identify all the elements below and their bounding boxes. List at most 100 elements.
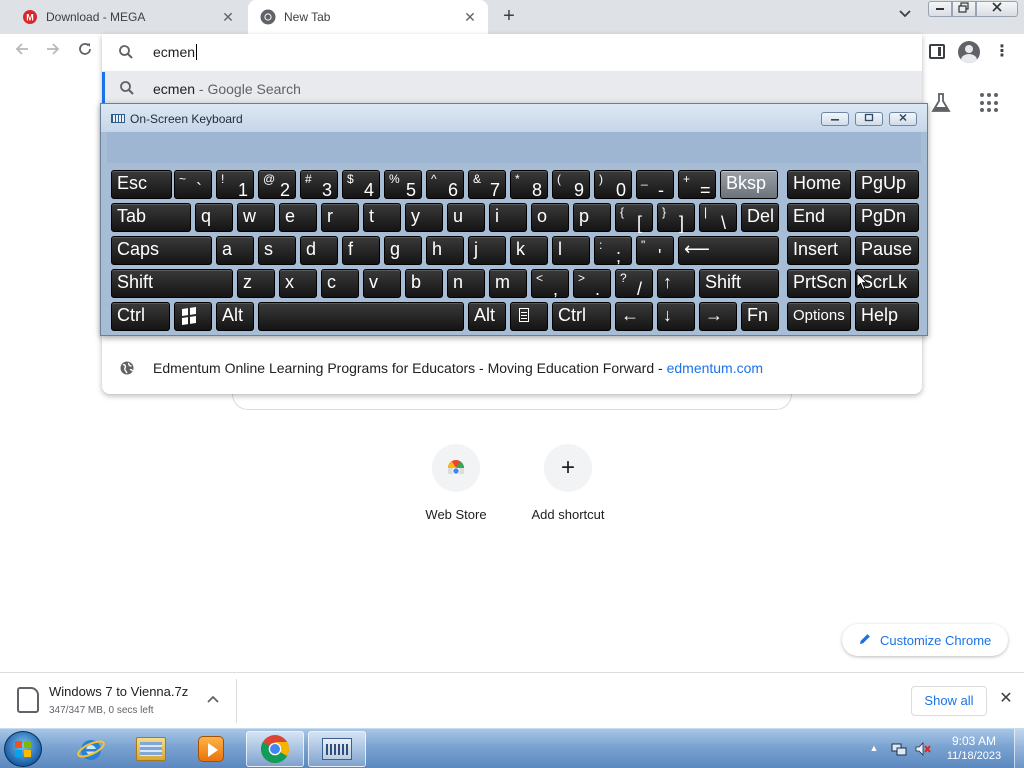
tray-expand-arrow-icon[interactable]: ▲ xyxy=(869,743,879,753)
new-tab-button[interactable]: + xyxy=(498,6,520,28)
osk-key-v[interactable]: v xyxy=(363,269,401,298)
osk-key-fn[interactable]: Fn xyxy=(741,302,779,331)
tab-mega[interactable]: M Download - MEGA ✕ xyxy=(0,0,246,34)
osk-key-help[interactable]: Help xyxy=(855,302,919,331)
osk-key-8[interactable]: * 8 xyxy=(510,170,548,200)
osk-key-pgdn[interactable]: PgDn xyxy=(855,203,919,232)
osk-key-k[interactable]: k xyxy=(510,236,548,265)
osk-key-options[interactable]: Options xyxy=(787,302,851,331)
osk-key-symbol2-11[interactable]: " ' xyxy=(636,236,674,266)
window-restore-button[interactable] xyxy=(952,1,976,17)
volume-muted-icon[interactable] xyxy=(914,741,932,757)
suggestion-google-search[interactable]: ecmen - Google Search xyxy=(102,72,922,104)
osk-key-symbol3-10[interactable]: ? / xyxy=(615,269,653,299)
osk-key-t[interactable]: t xyxy=(363,203,401,232)
osk-key-symbol2-12[interactable]: ⟵ xyxy=(678,236,779,265)
osk-key-menukeyicon[interactable] xyxy=(510,302,548,331)
window-minimize-button[interactable] xyxy=(928,1,952,17)
osk-key-del[interactable]: Del xyxy=(741,203,779,232)
osk-key-symbol4-8[interactable]: ↓ xyxy=(657,302,695,331)
taskbar-media-player[interactable] xyxy=(182,731,240,767)
shortcut-add[interactable]: + Add shortcut xyxy=(512,444,624,534)
osk-key-f[interactable]: f xyxy=(342,236,380,265)
tab-new-tab[interactable]: New Tab ✕ xyxy=(248,0,488,34)
osk-titlebar[interactable]: On-Screen Keyboard xyxy=(101,104,927,132)
osk-key-1[interactable]: ! 1 xyxy=(216,170,254,200)
osk-key-j[interactable]: j xyxy=(468,236,506,265)
osk-minimize-button[interactable] xyxy=(821,112,849,126)
close-downloads-icon[interactable]: ✕ xyxy=(997,690,1015,708)
chevron-up-icon[interactable] xyxy=(206,692,220,706)
osk-key-alt[interactable]: Alt xyxy=(216,302,254,331)
osk-key-pgup[interactable]: PgUp xyxy=(855,170,919,199)
osk-key-windowslogoicon[interactable] xyxy=(174,302,212,331)
osk-key-d[interactable]: d xyxy=(300,236,338,265)
osk-key-shift[interactable]: Shift xyxy=(111,269,233,298)
osk-key-symbol4-7[interactable]: ← xyxy=(615,302,653,331)
osk-key-0[interactable]: ) 0 xyxy=(594,170,632,200)
osk-key-insert[interactable]: Insert xyxy=(787,236,851,265)
taskbar-on-screen-keyboard[interactable] xyxy=(308,731,366,767)
osk-key-7[interactable]: & 7 xyxy=(468,170,506,200)
tab-search-chevron-icon[interactable] xyxy=(896,8,914,26)
osk-key-caps[interactable]: Caps xyxy=(111,236,212,265)
osk-maximize-button[interactable] xyxy=(855,112,883,126)
osk-key-ctrl[interactable]: Ctrl xyxy=(552,302,611,331)
reload-icon[interactable] xyxy=(74,41,96,63)
osk-key-esc[interactable]: Esc xyxy=(111,170,172,199)
customize-chrome-button[interactable]: Customize Chrome xyxy=(842,624,1008,656)
osk-key-ctrl[interactable]: Ctrl xyxy=(111,302,170,331)
osk-key-w[interactable]: w xyxy=(237,203,275,232)
clock-time[interactable]: 9:03 AM xyxy=(944,734,1004,748)
osk-key-l[interactable]: l xyxy=(552,236,590,265)
osk-key-symbol4-9[interactable]: → xyxy=(699,302,737,331)
download-file-name[interactable]: Windows 7 to Vienna.7z xyxy=(49,684,188,699)
osk-key-6[interactable]: ^ 6 xyxy=(426,170,464,200)
osk-key-z[interactable]: z xyxy=(237,269,275,298)
osk-key-bksp[interactable]: Bksp xyxy=(720,170,778,199)
show-desktop-button[interactable] xyxy=(1014,729,1024,768)
osk-key-p[interactable]: p xyxy=(573,203,611,232)
kebab-menu-icon[interactable]: ⋮ xyxy=(993,42,1011,62)
osk-key-tab[interactable]: Tab xyxy=(111,203,191,232)
osk-key-h[interactable]: h xyxy=(426,236,464,265)
osk-key-y[interactable]: y xyxy=(405,203,443,232)
omnibox-input[interactable]: ecmen xyxy=(153,44,197,62)
suggestion-edmentum[interactable]: Edmentum Online Learning Programs for Ed… xyxy=(102,352,922,384)
osk-key-m[interactable]: m xyxy=(489,269,527,298)
osk-key-r[interactable]: r xyxy=(321,203,359,232)
osk-key-g[interactable]: g xyxy=(384,236,422,265)
taskbar-chrome[interactable] xyxy=(246,731,304,767)
osk-key-symbol1-11[interactable]: {[ xyxy=(615,203,653,233)
network-icon[interactable] xyxy=(891,741,907,757)
shortcut-web-store[interactable]: Web Store xyxy=(400,444,512,534)
osk-key-c[interactable]: c xyxy=(321,269,359,298)
taskbar-windows-explorer[interactable] xyxy=(122,731,180,767)
osk-key-b[interactable]: b xyxy=(405,269,443,298)
omnibox[interactable]: ecmen xyxy=(102,34,922,71)
osk-key-e[interactable]: e xyxy=(279,203,317,232)
osk-key-pause[interactable]: Pause xyxy=(855,236,919,265)
forward-arrow-icon[interactable] xyxy=(42,41,64,63)
osk-key-4[interactable]: $4 xyxy=(342,170,380,200)
osk-key-x[interactable]: x xyxy=(279,269,317,298)
close-tab-icon[interactable]: ✕ xyxy=(220,9,236,25)
osk-key-9[interactable]: (9 xyxy=(552,170,590,200)
osk-key-symbol3-8[interactable]: <, xyxy=(531,269,569,299)
show-all-button[interactable]: Show all xyxy=(911,686,987,716)
osk-key-symbol1-12[interactable]: }] xyxy=(657,203,695,233)
osk-key-symbol0-12[interactable]: _ - xyxy=(636,170,674,200)
osk-key-end[interactable]: End xyxy=(787,203,851,232)
ntp-search-box[interactable] xyxy=(232,394,792,410)
osk-key-n[interactable]: n xyxy=(447,269,485,298)
osk-key-s[interactable]: s xyxy=(258,236,296,265)
osk-key-symbol1-13[interactable]: | \ xyxy=(699,203,737,233)
side-panel-icon[interactable] xyxy=(929,44,945,59)
osk-key-home[interactable]: Home xyxy=(787,170,851,199)
clock-date[interactable]: 11/18/2023 xyxy=(940,750,1008,762)
osk-key-a[interactable]: a xyxy=(216,236,254,265)
osk-key-i[interactable]: i xyxy=(489,203,527,232)
osk-key-prtscn[interactable]: PrtScn xyxy=(787,269,851,298)
osk-key-shift[interactable]: Shift xyxy=(699,269,779,298)
google-apps-icon[interactable] xyxy=(980,93,1000,113)
